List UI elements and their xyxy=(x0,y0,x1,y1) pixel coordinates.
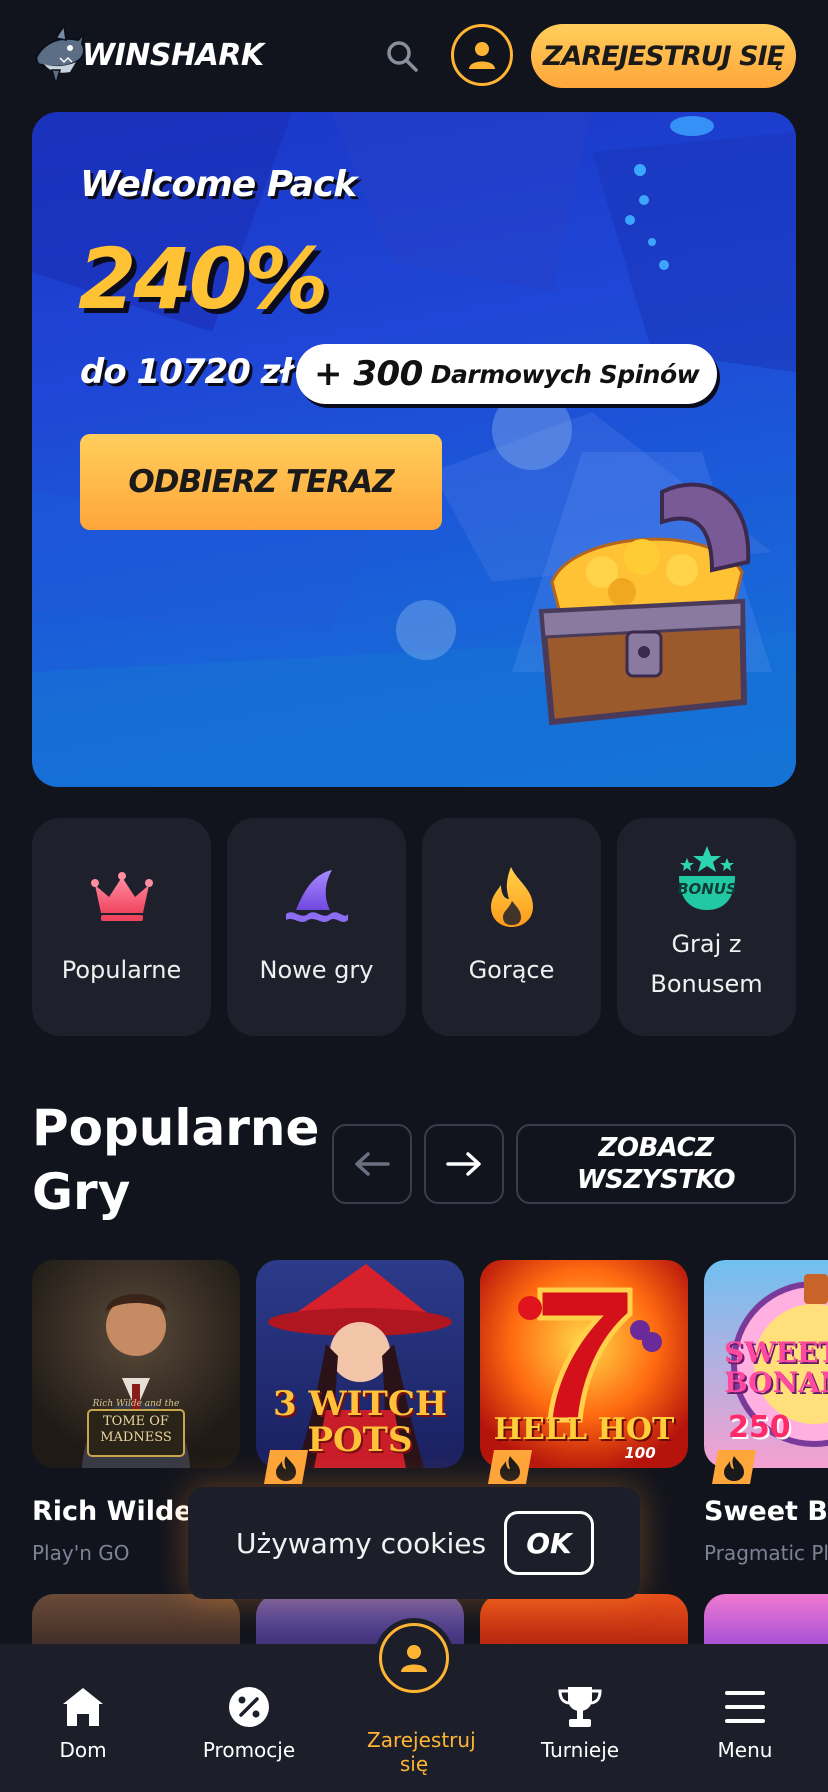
nav-register[interactable]: Zarejestruj się xyxy=(331,1618,497,1792)
nav-label: Promocje xyxy=(202,1738,296,1762)
hot-badge-icon xyxy=(264,1450,308,1484)
nav-register-circle[interactable] xyxy=(374,1618,454,1698)
game-thumbnail[interactable]: HELL HOT 100 xyxy=(480,1260,688,1468)
bonus-stars-icon: BONUS xyxy=(673,844,741,914)
category-tiles: Popularne Nowe gry Gorące BONUS Graj z B… xyxy=(32,818,796,1036)
logo[interactable]: WINSHARK xyxy=(30,22,264,88)
cookie-accept-button[interactable]: OK xyxy=(504,1511,594,1575)
game-thumb-title: HELL HOT xyxy=(493,1412,675,1447)
register-button[interactable]: ZAREJESTRUJ SIĘ xyxy=(531,24,796,88)
arrow-left-icon xyxy=(355,1152,390,1176)
free-spins-text: Darmowych Spinów xyxy=(430,359,700,389)
nav-label: Turnieje xyxy=(540,1738,620,1762)
game-thumb-sub: 250 xyxy=(728,1410,791,1445)
category-bonus[interactable]: BONUS Graj z Bonusem xyxy=(617,818,796,1036)
nav-label: Zarejestruj się xyxy=(367,1728,476,1776)
cookie-text: Używamy cookies xyxy=(236,1526,487,1560)
arrow-right-icon xyxy=(446,1152,481,1176)
game-card[interactable]: SWEET BONANZA 250 Sweet Bor Pragmatic Pl xyxy=(704,1260,828,1565)
search-icon xyxy=(387,41,418,72)
game-card[interactable]: HELL HOT 100 xyxy=(480,1260,688,1496)
carousel-next-button[interactable] xyxy=(424,1124,504,1204)
game-card[interactable]: 3 WITCH POTS xyxy=(256,1260,464,1496)
category-label: Popularne xyxy=(61,956,182,984)
user-icon xyxy=(401,1645,427,1672)
trophy-icon xyxy=(557,1684,603,1730)
nav-menu[interactable]: Menu xyxy=(662,1644,828,1792)
search-button[interactable] xyxy=(380,34,424,78)
hero-percent: 240% xyxy=(78,230,329,328)
welcome-banner[interactable]: Welcome Pack 240% do 10720 zł + 300 Darm… xyxy=(32,112,796,787)
nav-tournaments[interactable]: Turnieje xyxy=(497,1644,663,1792)
cookie-banner: Używamy cookies OK xyxy=(188,1487,640,1599)
menu-icon xyxy=(722,1684,768,1730)
nav-promotions[interactable]: Promocje xyxy=(166,1644,332,1792)
carousel-prev-button[interactable] xyxy=(332,1124,412,1204)
game-thumbnail[interactable]: SWEET BONANZA 250 xyxy=(704,1260,828,1468)
user-icon xyxy=(469,42,495,69)
shark-logo-icon xyxy=(34,24,86,86)
svg-text:Rich Wilde and the: Rich Wilde and the xyxy=(92,1399,180,1409)
logo-text: WINSHARK xyxy=(82,37,264,73)
header: WINSHARK ZAREJESTRUJ SIĘ xyxy=(0,0,828,110)
free-spins-number: + 300 xyxy=(314,354,423,394)
category-new-games[interactable]: Nowe gry xyxy=(227,818,406,1036)
game-name: Sweet Bor xyxy=(704,1496,828,1527)
see-all-button[interactable]: ZOBACZ WSZYSTKO xyxy=(516,1124,796,1204)
bottom-navigation: Dom Promocje Zarejestruj się Turnieje Me… xyxy=(0,1618,828,1792)
hero-title: Welcome Pack xyxy=(80,164,357,205)
category-popular[interactable]: Popularne xyxy=(32,818,211,1036)
flame-icon xyxy=(478,866,546,928)
game-thumb-title: TOME OF MADNESS xyxy=(100,1414,172,1445)
login-button[interactable] xyxy=(451,24,513,86)
game-thumbnail[interactable]: 3 WITCH POTS xyxy=(256,1260,464,1468)
game-thumb-title: SWEET BONANZA xyxy=(724,1336,828,1399)
category-label: Graj z Bonusem xyxy=(650,930,763,998)
game-thumb-title: 3 WITCH POTS xyxy=(272,1384,448,1460)
home-icon xyxy=(60,1684,106,1730)
crown-icon xyxy=(88,866,156,928)
claim-bonus-button[interactable]: ODBIERZ TERAZ xyxy=(80,434,442,530)
percent-icon xyxy=(226,1684,272,1730)
free-spins-badge: + 300 Darmowych Spinów xyxy=(296,344,718,404)
shark-fin-icon xyxy=(283,866,351,928)
section-title: Popularne Gry xyxy=(32,1099,320,1221)
treasure-chest-icon xyxy=(512,452,772,726)
hero-amount: do 10720 zł xyxy=(80,352,292,392)
category-label: Gorące xyxy=(468,956,555,984)
game-thumbnail[interactable]: Rich Wilde and the TOME OF MADNESS xyxy=(32,1260,240,1468)
category-label: Nowe gry xyxy=(259,956,374,984)
game-provider: Pragmatic Pl xyxy=(704,1541,828,1565)
category-hot[interactable]: Gorące xyxy=(422,818,601,1036)
hot-badge-icon xyxy=(712,1450,756,1484)
nav-home[interactable]: Dom xyxy=(0,1644,166,1792)
hot-badge-icon xyxy=(488,1450,532,1484)
nav-label: Menu xyxy=(717,1738,773,1762)
game-thumb-sub: 100 xyxy=(624,1444,656,1462)
bonus-badge-text: BONUS xyxy=(677,880,737,898)
nav-label: Dom xyxy=(59,1738,107,1762)
